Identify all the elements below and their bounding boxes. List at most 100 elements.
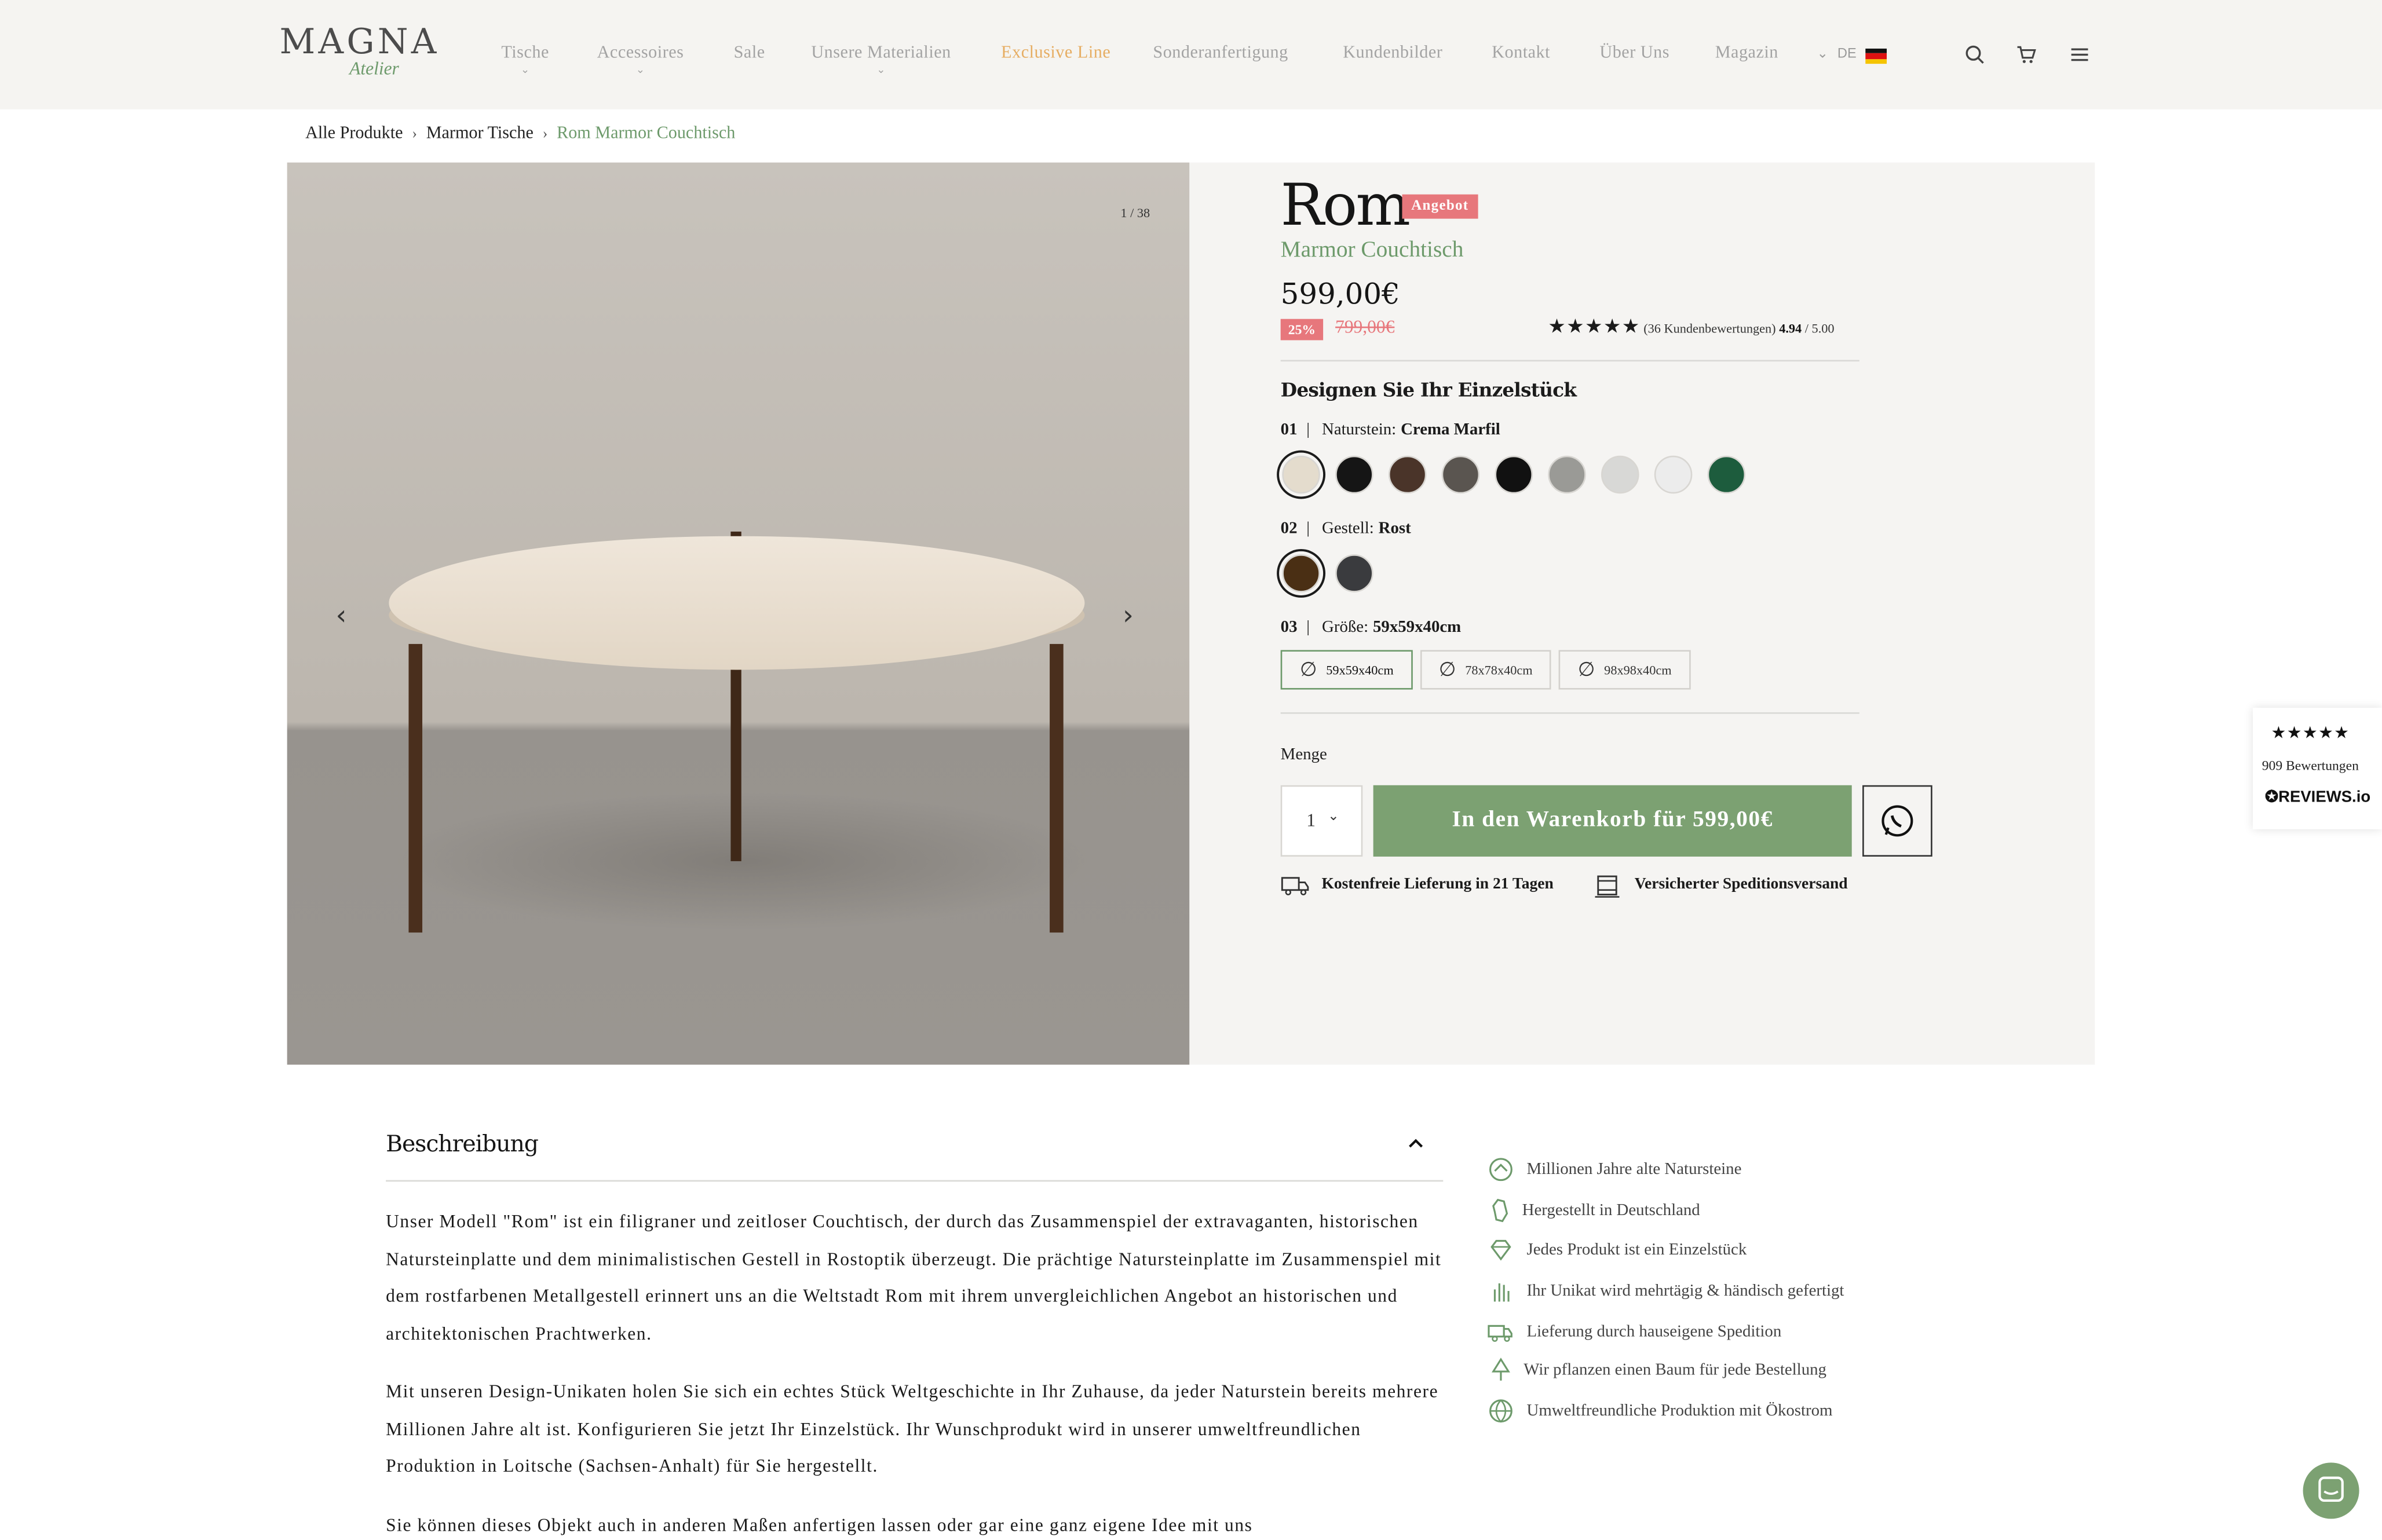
frame-swatch-2[interactable] (1335, 554, 1373, 592)
rating-score: 4.94 (1779, 320, 1802, 336)
chat-launcher-button[interactable] (2303, 1462, 2359, 1519)
description-paragraph: Mit unseren Design-Unikaten holen Sie si… (386, 1380, 1439, 1476)
feature-label: Wir pflanzen einen Baum für jede Bestell… (1524, 1360, 1826, 1380)
diameter-icon: ∅ (1299, 658, 1317, 682)
globe-icon (1489, 1399, 1513, 1423)
menu-icon[interactable] (2069, 44, 2091, 65)
description-paragraph: Sie können dieses Objekt auch in anderen… (386, 1514, 1253, 1536)
nav-item-exclusive-line[interactable]: Exclusive Line (1001, 44, 1110, 62)
nav-item-kontakt[interactable]: Kontakt (1492, 44, 1550, 62)
option-label: Gestell: (1322, 519, 1374, 538)
nav-item-tische[interactable]: Tische ⌄ (501, 44, 549, 76)
stone-swatch-7[interactable] (1601, 455, 1639, 494)
feature-label: Millionen Jahre alte Natursteine (1526, 1160, 1742, 1179)
discount-badge: 25% (1280, 319, 1324, 341)
chevron-up-icon[interactable] (1406, 1136, 1424, 1151)
nav-item-ueber-uns[interactable]: Über Uns (1599, 44, 1669, 62)
usp-label: Versicherter Speditionsversand (1634, 876, 1848, 893)
diameter-icon: ∅ (1438, 658, 1456, 682)
add-to-cart-button[interactable]: In den Warenkorb für 599,00€ (1373, 785, 1852, 857)
usp-label: Kostenfreie Lieferung in 21 Tagen (1321, 876, 1554, 893)
stone-swatch-1[interactable] (1282, 455, 1320, 494)
nav-item-sonderanfertigung[interactable]: Sonderanfertigung (1153, 44, 1288, 62)
chevron-right-icon[interactable]: › (1123, 600, 1134, 632)
stone-swatch-4[interactable] (1441, 455, 1480, 494)
size-option-98[interactable]: ∅ 98x98x40cm (1558, 650, 1691, 690)
language-selector[interactable]: ⌄ DE (1817, 46, 1856, 63)
stone-swatch-9[interactable] (1707, 455, 1746, 494)
stone-swatch-8[interactable] (1654, 455, 1693, 494)
chevron-down-icon: ⌄ (635, 64, 645, 76)
product-image-gallery[interactable]: 1 / 38 ‹ › (287, 162, 1190, 1065)
feature-label: Umweltfreundliche Produktion mit Ökostro… (1526, 1402, 1833, 1420)
stone-swatch-5[interactable] (1495, 455, 1533, 494)
divider (386, 1180, 1444, 1182)
site-header: MAGNA Atelier Tische ⌄ Accessoires ⌄ Sale … (0, 0, 2382, 109)
rating-max: / 5.00 (1804, 320, 1835, 336)
nav-label: Magazin (1715, 44, 1778, 63)
reviews-io-logo: ✪REVIEWS.io (2264, 788, 2371, 807)
shipping-crate-icon (1595, 875, 1620, 898)
reviews-widget[interactable]: ★★★★★ 909 Bewertungen ✪REVIEWS.io (2253, 708, 2382, 829)
star-rating-icon: ★★★★★ (2271, 723, 2350, 743)
product-image (389, 531, 1093, 933)
brand-subname: Atelier (349, 57, 399, 79)
stone-swatch-6[interactable] (1548, 455, 1586, 494)
cart-icon[interactable] (2016, 44, 2037, 65)
diamond-icon (1490, 1239, 1511, 1261)
frame-swatch-1[interactable] (1282, 554, 1320, 592)
option-number: 02 (1280, 519, 1298, 538)
stone-swatch-3[interactable] (1388, 455, 1427, 494)
description-heading[interactable]: Beschreibung (386, 1130, 539, 1157)
german-flag-icon (1865, 48, 1887, 64)
breadcrumb-item[interactable]: Marmor Tische (426, 125, 534, 142)
nav-label: Sale (733, 44, 765, 63)
divider (1280, 360, 1859, 362)
chevron-left-icon[interactable]: ‹ (336, 600, 347, 632)
option-number: 03 (1280, 618, 1298, 637)
stone-swatch-2[interactable] (1335, 455, 1373, 494)
rating-count: (36 Kundenbewertungen) (1643, 320, 1776, 336)
quantity-select[interactable]: 1 ⌄ (1280, 785, 1363, 857)
old-price: 799,00€ (1335, 316, 1395, 338)
product-rating[interactable]: ★★★★★ (36 Kundenbewertungen) 4.94 / 5.00 (1548, 316, 1834, 338)
size-option-78[interactable]: ∅ 78x78x40cm (1420, 650, 1551, 690)
feature-label: Ihr Unikat wird mehrtägig & händisch gef… (1526, 1282, 1844, 1300)
nav-item-kundenbilder[interactable]: Kundenbilder (1343, 44, 1442, 62)
language-code: DE (1837, 45, 1857, 61)
search-icon[interactable] (1964, 44, 1986, 65)
quantity-label: Menge (1280, 745, 1327, 764)
germany-map-icon (1492, 1198, 1508, 1223)
breadcrumb-current: Rom Marmor Couchtisch (557, 125, 736, 143)
option-number: 01 (1280, 420, 1298, 439)
nav-item-magazin[interactable]: Magazin (1715, 44, 1778, 62)
brand-logo[interactable]: MAGNA Atelier (280, 23, 440, 79)
chevron-right-icon: › (542, 126, 548, 143)
option-value: Rost (1378, 519, 1411, 538)
chevron-down-icon: ⌄ (1327, 809, 1339, 825)
breadcrumb-item[interactable]: Alle Produkte (305, 125, 403, 142)
option-size-label: 03 | Größe: 59x59x40cm (1281, 618, 1462, 636)
nav-label: Exclusive Line (1001, 44, 1111, 63)
nav-item-accessoires[interactable]: Accessoires ⌄ (597, 44, 684, 76)
size-label: 59x59x40cm (1326, 662, 1394, 678)
nav-label: Tische (501, 44, 549, 63)
product-price: 599,00€ (1280, 277, 1400, 312)
nav-item-sale[interactable]: Sale (734, 44, 765, 62)
whatsapp-button[interactable] (1862, 785, 1932, 857)
product-title: Rom (1280, 171, 1411, 239)
nav-label: Accessoires (597, 44, 684, 63)
hand-icon (1493, 1283, 1510, 1302)
option-label: Größe: (1322, 618, 1369, 637)
delivery-truck-icon (1281, 877, 1309, 895)
feature-label: Jedes Produkt ist ein Einzelstück (1526, 1241, 1747, 1259)
feature-label: Hergestellt in Deutschland (1522, 1201, 1700, 1220)
size-label: 78x78x40cm (1465, 662, 1533, 678)
option-value: Crema Marfil (1401, 420, 1500, 439)
feature-label: Lieferung durch hauseigene Spedition (1526, 1323, 1782, 1341)
size-option-59[interactable]: ∅ 59x59x40cm (1280, 650, 1413, 690)
nav-item-unsere-materialien[interactable]: Unsere Materialien ⌄ (811, 44, 951, 76)
diameter-icon: ∅ (1577, 658, 1595, 682)
description-paragraph: Unser Modell "Rom" ist ein filigraner un… (386, 1210, 1442, 1344)
option-label: Naturstein: (1322, 420, 1397, 439)
